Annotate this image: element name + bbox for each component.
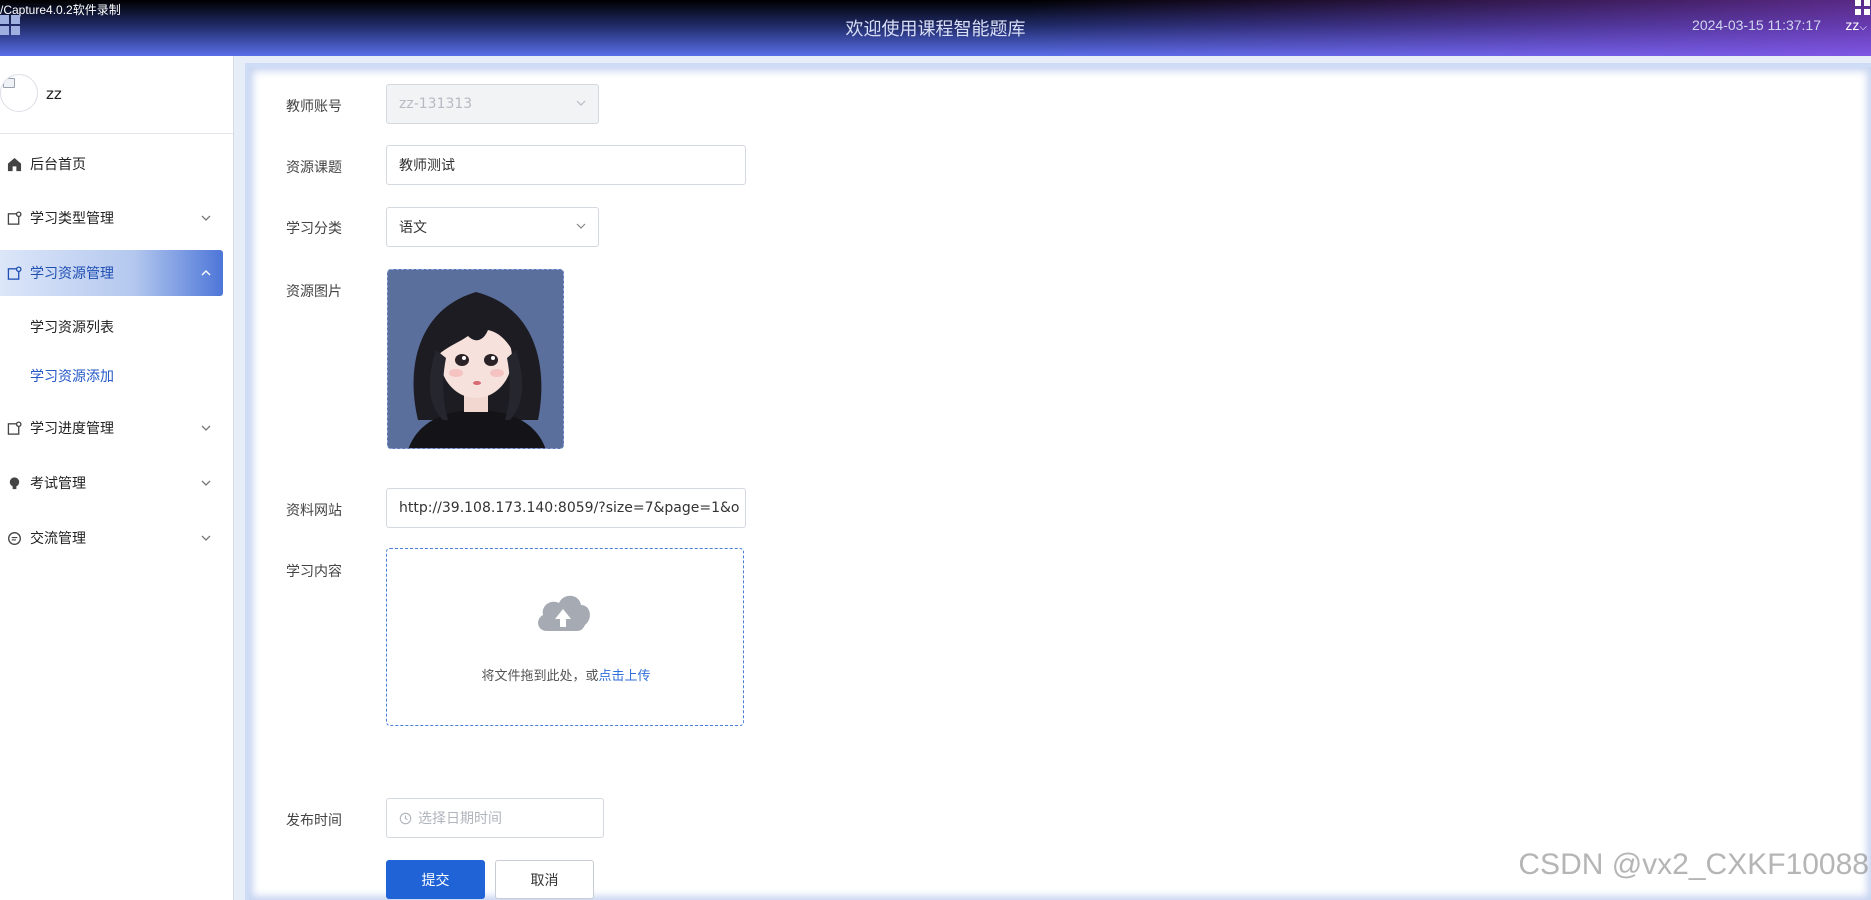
chevron-down-icon [576, 100, 586, 106]
resource-image-upload[interactable] [387, 269, 564, 449]
submit-button[interactable]: 提交 [386, 860, 485, 899]
sidebar-item-study-type[interactable]: 学习类型管理 [0, 195, 223, 241]
teacher-account-value: zz-131313 [399, 96, 473, 112]
fullscreen-icon[interactable] [1855, 0, 1871, 16]
user-name: zz [1845, 17, 1860, 33]
publish-time-picker[interactable]: 选择日期时间 [386, 798, 604, 838]
chevron-down-icon: ⌵ [1859, 22, 1867, 33]
header-title: 欢迎使用课程智能题库 [845, 19, 1026, 39]
cancel-button[interactable]: 取消 [495, 860, 594, 899]
website-value: http://39.108.173.140:8059/?size=7&page=… [399, 500, 739, 516]
broken-image-icon [3, 78, 15, 88]
sidebar-item-exam[interactable]: 考试管理 [0, 460, 223, 506]
content-upload-dropzone[interactable]: 将文件拖到此处，或点击上传 [386, 548, 744, 726]
sidebar-item-label: 后台首页 [30, 157, 86, 173]
resource-image-preview [388, 270, 563, 448]
home-icon [6, 156, 22, 172]
category-label: 学习分类 [286, 221, 342, 237]
sidebar-item-label: 考试管理 [30, 476, 86, 492]
module-icon [6, 265, 22, 281]
resource-title-input[interactable]: 教师测试 [386, 145, 746, 185]
upload-hint-text: 将文件拖到此处，或 [481, 669, 599, 684]
click-upload-link[interactable]: 点击上传 [599, 669, 651, 684]
sidebar-item-label: 交流管理 [30, 531, 86, 547]
sidebar-item-label: 学习进度管理 [30, 421, 114, 437]
header-datetime: 2024-03-15 11:37:17 [1692, 17, 1821, 33]
clock-icon [399, 812, 412, 824]
bulb-icon [6, 475, 22, 491]
top-header: /Capture4.0.2软件录制 欢迎使用课程智能题库 2024-03-15 … [0, 0, 1871, 56]
sidebar-item-study-resource[interactable]: 学习资源管理 [0, 250, 223, 296]
sidebar-item-label: 学习类型管理 [30, 211, 114, 227]
teacher-account-select: zz-131313 [386, 84, 599, 124]
website-input[interactable]: http://39.108.173.140:8059/?size=7&page=… [386, 488, 746, 528]
resource-title-label: 资源课题 [286, 160, 342, 176]
chevron-up-icon [201, 270, 211, 276]
content-label: 学习内容 [286, 564, 342, 580]
sidebar: zz 后台首页 学习类型管理 学习资源管理 学习资源列表 学习资源添加 学习进度… [0, 56, 234, 900]
publish-time-label: 发布时间 [286, 813, 342, 829]
content-panel [245, 63, 1871, 900]
chevron-down-icon [201, 480, 211, 486]
resource-title-value: 教师测试 [399, 158, 455, 174]
teacher-account-label: 教师账号 [286, 99, 342, 115]
watermark: CSDN @vx2_CXKF10088 [1518, 848, 1869, 881]
sidebar-item-home[interactable]: 后台首页 [0, 141, 223, 187]
sidebar-item-label: 学习资源管理 [30, 266, 114, 282]
publish-time-placeholder: 选择日期时间 [418, 811, 502, 827]
chevron-down-icon [201, 425, 211, 431]
sidebar-subitem-resource-add[interactable]: 学习资源添加 [30, 366, 114, 386]
module-icon [6, 210, 22, 226]
module-icon [6, 420, 22, 436]
chevron-down-icon [201, 535, 211, 541]
avatar [0, 74, 38, 112]
chat-icon [6, 530, 22, 546]
user-menu[interactable]: zz⌵ [1845, 17, 1867, 33]
cloud-upload-icon [538, 595, 590, 631]
sidebar-item-progress[interactable]: 学习进度管理 [0, 405, 223, 451]
upload-hint: 将文件拖到此处，或点击上传 [387, 665, 745, 684]
resource-image-label: 资源图片 [286, 284, 342, 300]
chevron-down-icon [576, 223, 586, 229]
sidebar-item-communication[interactable]: 交流管理 [0, 515, 223, 561]
sidebar-subitem-resource-list[interactable]: 学习资源列表 [30, 317, 114, 337]
chevron-down-icon [201, 215, 211, 221]
category-value: 语文 [399, 220, 427, 236]
category-select[interactable]: 语文 [386, 207, 599, 247]
profile-name: zz [46, 85, 62, 103]
website-label: 资料网站 [286, 503, 342, 519]
sidebar-profile: zz [0, 56, 233, 134]
